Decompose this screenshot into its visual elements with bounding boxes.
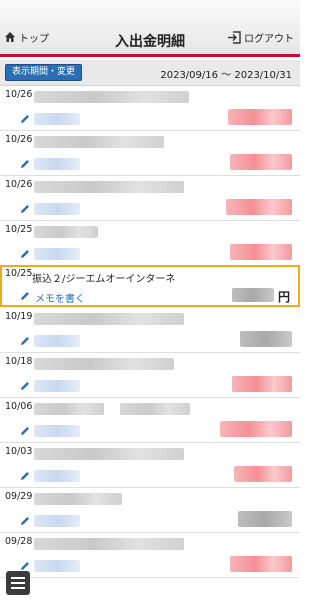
blurred-description	[34, 91, 189, 103]
memo-pencil-icon[interactable]	[19, 470, 31, 482]
blurred-description	[34, 448, 184, 460]
blurred-amount	[228, 109, 292, 125]
blurred-description	[34, 493, 122, 505]
transaction-date: 09/28	[5, 536, 33, 547]
blurred-description	[34, 538, 184, 550]
transaction-row-highlighted[interactable]: 10/25 振込２/ジーエムオーインターネ メモを書く 円	[0, 265, 300, 307]
app-header: トップ 入出金明細 ログアウト	[0, 0, 300, 57]
memo-pencil-icon[interactable]	[19, 515, 31, 527]
blurred-description	[34, 403, 104, 415]
blurred-amount	[232, 288, 274, 302]
memo-pencil-icon[interactable]	[19, 425, 31, 437]
blurred-memo	[34, 248, 80, 260]
memo-pencil-icon[interactable]	[19, 113, 31, 125]
blurred-description	[120, 403, 190, 415]
transaction-row[interactable]: 10/03	[0, 444, 300, 488]
memo-pencil-icon[interactable]	[19, 203, 31, 215]
transaction-row[interactable]: 10/26	[0, 132, 300, 176]
blurred-memo	[34, 203, 80, 215]
blurred-memo	[34, 335, 80, 347]
write-memo-link[interactable]: メモを書く	[35, 290, 85, 305]
memo-pencil-icon[interactable]	[19, 158, 31, 170]
transaction-row[interactable]: 10/25	[0, 222, 300, 266]
memo-pencil-icon[interactable]	[19, 248, 31, 260]
transaction-row[interactable]: 10/18	[0, 354, 300, 398]
transaction-row[interactable]: 09/28	[0, 534, 300, 578]
memo-pencil-icon[interactable]	[19, 290, 31, 302]
blurred-memo	[34, 515, 80, 527]
blurred-description	[34, 136, 164, 148]
blurred-memo	[34, 470, 80, 482]
menu-button[interactable]	[6, 571, 30, 595]
blurred-amount	[230, 244, 292, 260]
blurred-memo	[34, 380, 80, 392]
transaction-date: 09/29	[5, 491, 33, 502]
blurred-description	[34, 181, 184, 193]
transaction-date: 10/26	[5, 179, 33, 190]
blurred-amount	[240, 331, 292, 347]
memo-pencil-icon[interactable]	[19, 335, 31, 347]
blurred-amount	[234, 466, 292, 482]
memo-pencil-icon[interactable]	[19, 380, 31, 392]
transaction-date: 10/06	[5, 401, 33, 412]
hamburger-menu-icon	[11, 577, 25, 589]
logout-button[interactable]: ログアウト	[227, 28, 294, 46]
transaction-row[interactable]: 10/06	[0, 399, 300, 443]
period-range: 2023/09/16 ～ 2023/10/31	[160, 70, 292, 81]
amount-unit: 円	[277, 290, 290, 304]
transaction-date: 10/26	[5, 89, 33, 100]
transaction-row[interactable]: 10/19	[0, 309, 300, 353]
transaction-date: 10/19	[5, 311, 33, 322]
change-period-button[interactable]: 表示期間・変更	[5, 64, 83, 81]
blurred-description	[34, 226, 98, 238]
transaction-date: 10/18	[5, 356, 33, 367]
logout-label: ログアウト	[244, 33, 294, 45]
blurred-description	[34, 313, 184, 325]
transaction-row[interactable]: 09/29	[0, 489, 300, 533]
blurred-amount	[230, 154, 292, 170]
blurred-amount	[232, 376, 292, 392]
transaction-description: 振込２/ジーエムオーインターネ	[32, 274, 176, 285]
transaction-date: 10/25	[5, 224, 33, 235]
transaction-row[interactable]: 10/26	[0, 87, 300, 131]
blurred-memo	[34, 560, 80, 572]
blurred-memo	[34, 158, 80, 170]
blurred-amount	[238, 511, 292, 527]
transaction-row[interactable]: 10/26	[0, 177, 300, 221]
blurred-amount	[230, 556, 292, 572]
transaction-date: 10/26	[5, 134, 33, 145]
logout-icon	[228, 30, 241, 44]
blurred-description	[34, 358, 174, 370]
transaction-date: 10/25	[5, 268, 33, 279]
transaction-date: 10/03	[5, 446, 33, 457]
blurred-amount	[220, 421, 292, 437]
blurred-amount	[226, 199, 292, 215]
blurred-memo	[34, 113, 80, 125]
period-bar: 表示期間・変更 2023/09/16 ～ 2023/10/31	[0, 60, 300, 86]
blurred-memo	[34, 425, 80, 437]
